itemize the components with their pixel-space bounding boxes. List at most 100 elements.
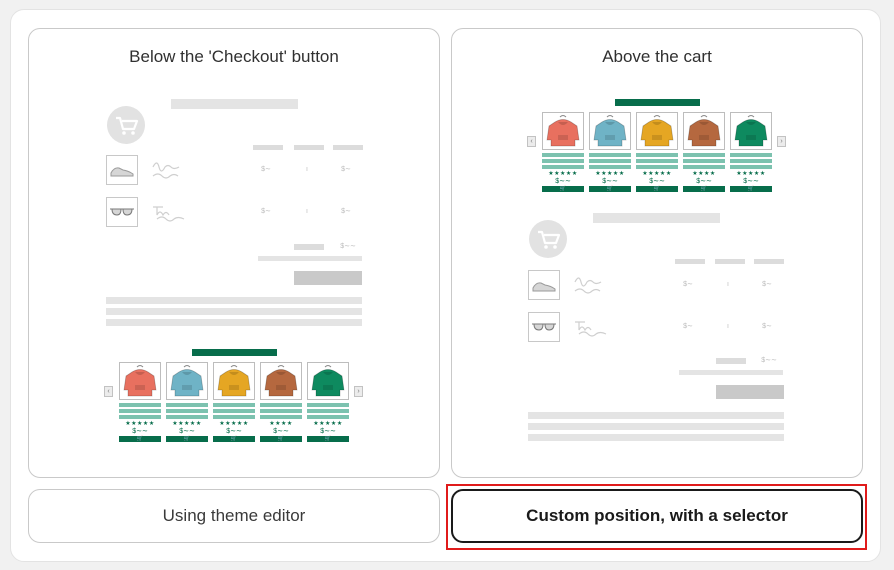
sneaker-thumbnail	[528, 270, 560, 300]
product-title-bar	[683, 159, 725, 163]
product-price: $∼∼	[602, 178, 618, 185]
total-placeholder: $∼	[341, 166, 351, 173]
carousel-prev-arrow: ‹	[104, 386, 113, 397]
hoodie-icon	[264, 365, 298, 397]
product-title-bar	[589, 165, 631, 169]
text-line-placeholder	[106, 297, 362, 304]
product-title-bar	[636, 153, 678, 157]
product-title-bar	[119, 415, 161, 419]
subtotal-value-placeholder: $∼∼	[340, 243, 356, 250]
product-title-bar	[260, 403, 302, 407]
carousel-prev-arrow: ‹	[527, 136, 536, 147]
cart-heading-placeholder	[171, 99, 298, 109]
qty-placeholder: ı	[727, 323, 729, 330]
item-name-scribble	[152, 162, 180, 179]
product-title-bar	[213, 403, 255, 407]
sneaker-thumbnail	[106, 155, 138, 185]
col-header-placeholder	[675, 259, 705, 264]
product-image	[589, 112, 631, 150]
cart-icon	[107, 106, 145, 144]
text-line-placeholder	[106, 308, 362, 315]
hoodie-icon	[217, 365, 251, 397]
cart-icon	[529, 220, 567, 258]
subtotal-label-placeholder	[716, 358, 746, 364]
add-to-cart-button: 🛒	[589, 186, 631, 192]
carousel-next-arrow: ›	[354, 386, 363, 397]
product-price: $∼∼	[132, 428, 148, 435]
product-title-bar	[589, 153, 631, 157]
sunglasses-thumbnail	[106, 197, 138, 227]
below-checkout-card[interactable]: Below the 'Checkout' button $∼ ı $∼ $∼ ı…	[28, 28, 440, 478]
product-title-bar	[730, 153, 772, 157]
total-placeholder: $∼	[762, 323, 772, 330]
product-title-bar	[213, 409, 255, 413]
subtotal-label-placeholder	[294, 244, 324, 250]
product-rating: ★★★★	[692, 171, 716, 177]
hoodie-icon	[311, 365, 345, 397]
theme-editor-option[interactable]: Using theme editor	[28, 489, 440, 543]
custom-selector-option[interactable]: Custom position, with a selector	[451, 489, 863, 543]
add-to-cart-button: 🛒	[542, 186, 584, 192]
checkout-button-placeholder	[716, 385, 784, 399]
below-checkout-title: Below the 'Checkout' button	[129, 47, 339, 66]
product-price: $∼∼	[696, 178, 712, 185]
above-cart-card[interactable]: Above the cart $∼ ı $∼ $∼ ı $∼ $∼∼ ‹ › ★★★…	[451, 28, 863, 478]
product-image	[213, 362, 255, 400]
add-to-cart-button: 🛒	[683, 186, 725, 192]
product-title-bar	[730, 159, 772, 163]
text-line-placeholder	[528, 412, 784, 419]
product-rating: ★★★★★	[642, 171, 672, 177]
product-title-bar	[166, 403, 208, 407]
product-title-bar	[683, 165, 725, 169]
text-line-placeholder	[528, 423, 784, 430]
total-placeholder: $∼	[341, 208, 351, 215]
product-title-bar	[636, 159, 678, 163]
notes-placeholder	[679, 370, 783, 375]
product-image	[260, 362, 302, 400]
product-rating: ★★★★★	[125, 421, 155, 427]
add-to-cart-button: 🛒	[213, 436, 255, 442]
product-price: $∼∼	[649, 178, 665, 185]
item-name-scribble	[153, 206, 185, 222]
product-title-bar	[166, 409, 208, 413]
product-title-bar	[307, 409, 349, 413]
product-rating: ★★★★★	[548, 171, 578, 177]
product-title-bar	[307, 415, 349, 419]
product-title-bar	[636, 165, 678, 169]
product-rating: ★★★★★	[736, 171, 766, 177]
add-to-cart-button: 🛒	[166, 436, 208, 442]
hoodie-icon	[170, 365, 204, 397]
item-name-scribble	[574, 277, 602, 294]
product-price: $∼∼	[179, 428, 195, 435]
hoodie-icon	[640, 115, 674, 147]
total-placeholder: $∼	[762, 281, 772, 288]
product-price: $∼∼	[226, 428, 242, 435]
hoodie-icon	[687, 115, 721, 147]
hoodie-icon	[593, 115, 627, 147]
product-title-bar	[213, 415, 255, 419]
product-title-bar	[119, 409, 161, 413]
product-image	[730, 112, 772, 150]
cart-heading-placeholder	[593, 213, 720, 223]
add-to-cart-button: 🛒	[636, 186, 678, 192]
add-to-cart-button: 🛒	[307, 436, 349, 442]
checkout-button-placeholder	[294, 271, 362, 285]
col-header-placeholder	[715, 259, 745, 264]
product-rating: ★★★★★	[595, 171, 625, 177]
add-to-cart-button: 🛒	[119, 436, 161, 442]
product-title-bar	[119, 403, 161, 407]
hoodie-icon	[123, 365, 157, 397]
hoodie-icon	[734, 115, 768, 147]
hoodie-icon	[546, 115, 580, 147]
product-rating: ★★★★★	[219, 421, 249, 427]
product-price: $∼∼	[320, 428, 336, 435]
product-title-bar	[260, 409, 302, 413]
product-title-bar	[542, 159, 584, 163]
carousel-title-bar	[615, 99, 700, 106]
product-title-bar	[683, 153, 725, 157]
qty-placeholder: ı	[306, 208, 308, 215]
qty-placeholder: ı	[306, 166, 308, 173]
product-title-bar	[260, 415, 302, 419]
carousel-next-arrow: ›	[777, 136, 786, 147]
product-rating: ★★★★	[269, 421, 293, 427]
